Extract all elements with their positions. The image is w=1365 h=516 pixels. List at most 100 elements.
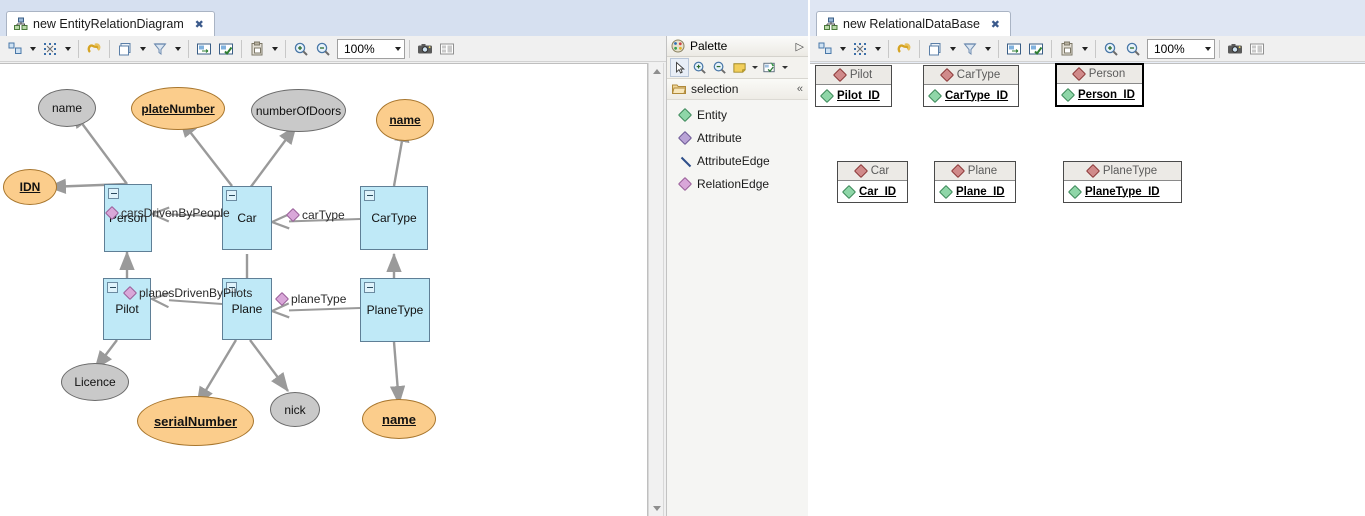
column-diamond-icon bbox=[841, 184, 857, 199]
close-icon[interactable]: ✖ bbox=[193, 18, 206, 31]
attribute-label: name bbox=[51, 101, 83, 115]
collapse-icon[interactable] bbox=[364, 282, 375, 293]
entity-cartype[interactable]: CarType bbox=[360, 186, 428, 250]
fill-color-dropdown-arrow[interactable] bbox=[136, 38, 149, 60]
camera-icon[interactable] bbox=[1224, 38, 1246, 60]
attribute-node-key[interactable]: plateNumber bbox=[131, 87, 225, 130]
table-diamond-icon bbox=[1085, 163, 1100, 179]
zoom-in-icon[interactable] bbox=[290, 38, 312, 60]
attribute-node-key[interactable]: name bbox=[376, 99, 434, 141]
scroll-down-icon[interactable] bbox=[649, 500, 665, 516]
rdb-canvas[interactable]: Pilot Pilot_ID CarType CarType_ID Person… bbox=[810, 63, 1365, 516]
zoom-out-icon[interactable] bbox=[710, 58, 729, 77]
validate-icon[interactable] bbox=[215, 38, 237, 60]
close-icon[interactable]: ✖ bbox=[989, 18, 1002, 31]
collapse-icon[interactable] bbox=[107, 282, 118, 293]
zoom-level-value: 100% bbox=[344, 41, 375, 56]
filter-dropdown-arrow[interactable] bbox=[981, 38, 994, 60]
zoom-level-combo[interactable]: 100% bbox=[337, 38, 405, 59]
rdb-table-cartype[interactable]: CarType CarType_ID bbox=[923, 65, 1019, 107]
rdb-table-header: Pilot bbox=[816, 66, 891, 85]
zoom-out-icon[interactable] bbox=[312, 38, 334, 60]
zoom-out-icon[interactable] bbox=[1122, 38, 1144, 60]
rdb-column-name: Person_ID bbox=[1078, 88, 1135, 101]
palette-expand-icon[interactable]: ▷ bbox=[796, 40, 804, 53]
relation-label-carsDrivenByPeople[interactable]: carsDrivenByPeople bbox=[104, 205, 230, 221]
rdb-table-column[interactable]: Car_ID bbox=[838, 181, 907, 202]
tab-entity-relation-diagram[interactable]: new EntityRelationDiagram ✖ bbox=[6, 11, 215, 36]
fill-color-icon[interactable] bbox=[114, 38, 136, 60]
validate-icon[interactable] bbox=[1025, 38, 1047, 60]
attribute-node[interactable]: numberOfDoors bbox=[251, 89, 346, 132]
fill-color-dropdown-arrow[interactable] bbox=[946, 38, 959, 60]
select-elements-dropdown-arrow[interactable] bbox=[871, 38, 884, 60]
attribute-node[interactable]: name bbox=[38, 89, 96, 127]
scroll-up-icon[interactable] bbox=[649, 63, 665, 79]
chevron-down-icon bbox=[395, 46, 401, 51]
rdb-table-person[interactable]: Person Person_ID bbox=[1055, 63, 1144, 107]
attribute-node-key[interactable]: serialNumber bbox=[137, 396, 254, 446]
zoom-level-combo[interactable]: 100% bbox=[1147, 38, 1215, 59]
collapse-icon[interactable] bbox=[226, 190, 237, 201]
rdb-table-planetype[interactable]: PlaneType PlaneType_ID bbox=[1063, 161, 1182, 203]
attribute-node-key[interactable]: IDN bbox=[3, 169, 57, 205]
show-related-icon[interactable] bbox=[1003, 38, 1025, 60]
paste-style-icon[interactable] bbox=[1056, 38, 1078, 60]
rdb-table-pilot[interactable]: Pilot Pilot_ID bbox=[815, 65, 892, 107]
palette-item-attribute[interactable]: Attribute bbox=[667, 126, 808, 149]
paste-style-dropdown-arrow[interactable] bbox=[268, 38, 281, 60]
collapse-icon[interactable] bbox=[108, 188, 119, 199]
rdb-table-column[interactable]: Person_ID bbox=[1057, 84, 1142, 105]
page-layout-icon[interactable] bbox=[436, 38, 458, 60]
palette-item-relationedge[interactable]: RelationEdge bbox=[667, 172, 808, 195]
note-attach-dropdown-arrow[interactable] bbox=[780, 58, 789, 77]
arrange-dropdown-arrow[interactable] bbox=[836, 38, 849, 60]
fill-color-icon[interactable] bbox=[924, 38, 946, 60]
attribute-node[interactable]: nick bbox=[270, 392, 320, 427]
note-attach-icon[interactable] bbox=[760, 58, 779, 77]
palette-drawer-selection[interactable]: selection « bbox=[667, 79, 808, 100]
camera-icon[interactable] bbox=[414, 38, 436, 60]
paste-style-dropdown-arrow[interactable] bbox=[1078, 38, 1091, 60]
filter-icon[interactable] bbox=[149, 38, 171, 60]
select-elements-icon[interactable] bbox=[39, 38, 61, 60]
arrange-icon[interactable] bbox=[4, 38, 26, 60]
rdb-table-column[interactable]: CarType_ID bbox=[924, 85, 1018, 106]
rdb-table-column[interactable]: Pilot_ID bbox=[816, 85, 891, 106]
rdb-table-plane[interactable]: Plane Plane_ID bbox=[934, 161, 1016, 203]
attribute-node[interactable]: Licence bbox=[61, 363, 129, 401]
rdb-table-name: Plane bbox=[967, 165, 998, 177]
note-icon[interactable] bbox=[730, 58, 749, 77]
relation-label-carType[interactable]: carType bbox=[285, 207, 345, 223]
arrange-icon[interactable] bbox=[814, 38, 836, 60]
paste-style-icon[interactable] bbox=[246, 38, 268, 60]
tab-relational-database[interactable]: new RelationalDataBase ✖ bbox=[816, 11, 1011, 36]
entity-planetype[interactable]: PlaneType bbox=[360, 278, 430, 342]
er-diagram-canvas[interactable]: name plateNumber numberOfDoors name IDN … bbox=[0, 63, 648, 516]
application-window: new EntityRelationDiagram ✖ 100% name pl… bbox=[0, 0, 1365, 516]
show-related-icon[interactable] bbox=[193, 38, 215, 60]
canvas-vertical-scrollbar[interactable] bbox=[648, 63, 664, 516]
rdb-table-column[interactable]: Plane_ID bbox=[935, 181, 1015, 202]
routing-icon[interactable] bbox=[83, 38, 105, 60]
relation-label-planesDrivenByPilots[interactable]: planesDrivenByPilots bbox=[122, 285, 252, 301]
palette-item-entity[interactable]: Entity bbox=[667, 103, 808, 126]
arrow-cursor-icon[interactable] bbox=[670, 58, 689, 77]
rdb-table-car[interactable]: Car Car_ID bbox=[837, 161, 908, 203]
attribute-node-key[interactable]: name bbox=[362, 399, 436, 439]
page-layout-icon[interactable] bbox=[1246, 38, 1268, 60]
filter-icon[interactable] bbox=[959, 38, 981, 60]
filter-dropdown-arrow[interactable] bbox=[171, 38, 184, 60]
drawer-collapse-icon[interactable]: « bbox=[797, 83, 803, 95]
arrange-dropdown-arrow[interactable] bbox=[26, 38, 39, 60]
rdb-table-column[interactable]: PlaneType_ID bbox=[1064, 181, 1181, 202]
relation-label-planeType[interactable]: planeType bbox=[274, 291, 346, 307]
select-elements-icon[interactable] bbox=[849, 38, 871, 60]
routing-icon[interactable] bbox=[893, 38, 915, 60]
collapse-icon[interactable] bbox=[364, 190, 375, 201]
note-dropdown-arrow[interactable] bbox=[750, 58, 759, 77]
zoom-in-icon[interactable] bbox=[690, 58, 709, 77]
zoom-in-icon[interactable] bbox=[1100, 38, 1122, 60]
palette-item-attributeedge[interactable]: AttributeEdge bbox=[667, 149, 808, 172]
select-elements-dropdown-arrow[interactable] bbox=[61, 38, 74, 60]
